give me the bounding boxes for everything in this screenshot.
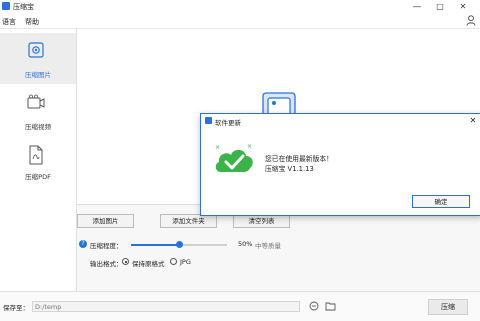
- maximize-button[interactable]: □: [433, 1, 447, 13]
- svg-text:×: ×: [215, 144, 220, 151]
- sidebar-item-label: 压缩视频: [25, 123, 51, 131]
- dialog-message: 您已在使用最新版本！: [265, 155, 333, 163]
- clear-list-button[interactable]: 清空列表: [233, 214, 290, 228]
- format-option-original[interactable]: 保持原格式: [132, 258, 165, 268]
- image-icon: [28, 42, 44, 58]
- format-radio-jpg[interactable]: [170, 258, 177, 265]
- format-radio-original[interactable]: [122, 258, 129, 265]
- app-logo-icon: [2, 2, 10, 10]
- menu-bar: 语言 帮助: [0, 14, 480, 29]
- sidebar-item-compress-video[interactable]: 压缩视频: [0, 88, 76, 139]
- format-label: 输出格式：: [90, 260, 123, 268]
- quality-description: 中等质量: [255, 242, 281, 250]
- menu-language[interactable]: 语言: [2, 17, 16, 27]
- close-button[interactable]: ✕: [456, 1, 470, 13]
- title-bar: 压缩宝 — □ ✕: [0, 0, 480, 14]
- success-cloud-icon: × ×: [215, 143, 253, 172]
- menu-help[interactable]: 帮助: [25, 17, 39, 27]
- compress-button[interactable]: 压缩: [428, 299, 468, 315]
- save-label: 保存至：: [3, 304, 29, 312]
- window-title: 压缩宝: [13, 3, 34, 11]
- radio-selected-dot: [124, 260, 127, 263]
- dialog-close-button[interactable]: ✕: [467, 116, 479, 125]
- video-icon: [27, 94, 45, 109]
- add-images-button[interactable]: 添加图片: [77, 214, 134, 228]
- sidebar-item-label: 压缩图片: [25, 71, 51, 79]
- quality-value: 50%: [238, 240, 253, 248]
- pdf-icon: [29, 145, 43, 165]
- minimize-button[interactable]: —: [410, 1, 424, 13]
- sidebar-item-compress-image[interactable]: 压缩图片: [0, 33, 76, 84]
- svg-text:×: ×: [247, 143, 252, 150]
- quality-label: 压缩程度：: [90, 242, 123, 250]
- open-folder-circle-icon[interactable]: [309, 301, 319, 311]
- dialog-ok-button[interactable]: 确定: [412, 195, 470, 208]
- quality-slider-track[interactable]: [131, 241, 227, 248]
- add-folder-button[interactable]: 添加文件夹: [160, 214, 217, 228]
- dialog-title: 软件更新: [215, 119, 241, 127]
- quality-slider-fill: [131, 244, 179, 246]
- dialog-app-icon: [205, 117, 212, 124]
- quality-slider-thumb[interactable]: [175, 241, 183, 248]
- help-icon[interactable]: ?: [79, 240, 87, 248]
- update-dialog: 软件更新 ✕ × × 您已在使用最新版本！ 压缩宝 V1.1.13 确定: [200, 113, 480, 216]
- dialog-title-bar: 软件更新 ✕: [201, 114, 480, 128]
- sidebar-item-compress-pdf[interactable]: 压缩PDF: [0, 140, 76, 191]
- format-option-jpg[interactable]: JPG: [180, 258, 191, 266]
- user-icon[interactable]: [466, 15, 476, 26]
- sidebar-item-label: 压缩PDF: [25, 173, 51, 181]
- folder-icon[interactable]: [325, 301, 336, 311]
- save-path-input[interactable]: D:/temp: [32, 301, 300, 312]
- dialog-version: 压缩宝 V1.1.13: [265, 165, 314, 173]
